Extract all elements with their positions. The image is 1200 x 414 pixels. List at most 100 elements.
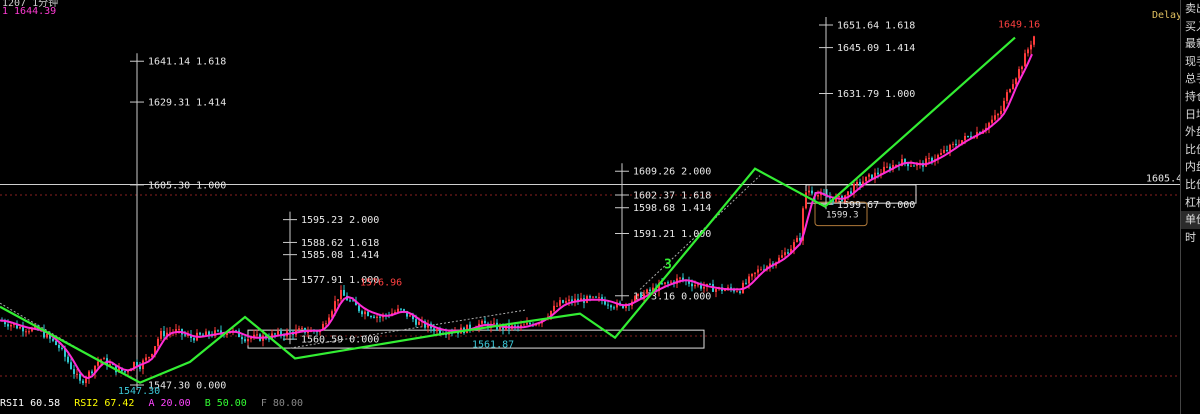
fib-level-price: 1609.26 xyxy=(633,167,675,178)
price-candle-body xyxy=(124,371,126,373)
price-candle-body xyxy=(637,293,639,297)
price-candle-body xyxy=(991,119,993,123)
side-panel-item: 最新 xyxy=(1185,37,1200,51)
price-candle-body xyxy=(592,296,594,298)
price-candle-body xyxy=(607,304,609,306)
price-candle-body xyxy=(925,158,927,167)
price-candle-body xyxy=(757,269,759,273)
price-candle-body xyxy=(247,338,249,342)
price-candle-body xyxy=(598,297,600,299)
rsi2-value: RSI2 67.42 xyxy=(74,398,135,409)
price-candle-body xyxy=(301,327,303,329)
price-candle-body xyxy=(22,326,24,332)
price-candle-body xyxy=(526,322,528,325)
fib-level-ratio: 1.618 xyxy=(681,190,711,201)
price-candle-body xyxy=(859,181,861,185)
price-candle-body xyxy=(847,191,849,196)
fib-level-price: 1591.21 xyxy=(633,229,675,240)
price-candle-body xyxy=(754,272,756,274)
price-candle-body xyxy=(559,300,561,306)
price-candle-body xyxy=(91,371,93,374)
fib-level-label: 1651.64 1.618 xyxy=(837,21,915,32)
price-candle-body xyxy=(784,252,786,256)
quote-side-panel: 卖出买入最新现手总手持仓日增外盘比价内盘比价杠杆单价时 xyxy=(1180,0,1200,414)
fib-level-ratio: 1.000 xyxy=(196,180,226,191)
price-candle-body xyxy=(289,331,291,333)
side-panel-item: 持仓 xyxy=(1185,89,1200,103)
price-candle-body xyxy=(1030,44,1032,50)
price-candle-body xyxy=(184,334,186,336)
side-panel-item: 内盘 xyxy=(1185,160,1200,174)
fib-level-price: 1560.59 xyxy=(301,335,343,346)
price-candle-body xyxy=(1021,66,1023,70)
price-candle-body xyxy=(163,330,165,337)
price-candle-body xyxy=(697,284,699,286)
swing-low-label: 1547.30 xyxy=(118,386,160,397)
price-candle-body xyxy=(955,143,957,145)
side-panel-item: 杠杆 xyxy=(1185,195,1200,209)
price-candle-body xyxy=(493,322,495,324)
price-candle-body xyxy=(796,237,798,243)
price-candle-body xyxy=(745,282,747,284)
box-label: 1599.3 xyxy=(826,211,859,221)
price-candle-body xyxy=(58,345,60,348)
price-candle-body xyxy=(748,276,750,284)
price-candle-body xyxy=(793,242,795,249)
price-candle-body xyxy=(856,181,858,185)
price-candle-body xyxy=(97,361,99,366)
price-candle-body xyxy=(850,191,852,194)
fib-level-label: 1599.67 0.000 xyxy=(837,200,915,211)
fib-level-price: 1641.14 xyxy=(148,57,190,68)
price-candle-body xyxy=(373,316,375,318)
price-candle-body xyxy=(910,165,912,167)
price-candle-body xyxy=(274,333,276,335)
price-candle-body xyxy=(397,308,399,312)
swing-low-label: 1561.87 xyxy=(472,340,514,351)
price-candle-body xyxy=(817,195,819,197)
price-candle-body xyxy=(244,339,246,342)
price-candle-body xyxy=(178,328,180,330)
price-candle-body xyxy=(952,143,954,145)
price-candle-body xyxy=(1009,89,1011,93)
price-candle-body xyxy=(193,337,195,341)
price-candle-body xyxy=(565,301,567,303)
price-candle-body xyxy=(61,347,63,349)
price-axis-label: 1605.40 xyxy=(1146,174,1180,185)
delay-label: Delay xyxy=(1152,10,1183,21)
price-candle-body xyxy=(379,316,381,318)
price-candle-body xyxy=(556,305,558,307)
side-panel-item: 单价 xyxy=(1181,211,1200,229)
fib-level-price: 1599.67 xyxy=(837,200,879,211)
price-candle-body xyxy=(1018,69,1020,79)
fib-level-ratio: 1.618 xyxy=(349,238,379,249)
price-candle-body xyxy=(67,356,69,363)
price-candle-body xyxy=(28,331,30,333)
fib-level-label: 1598.68 1.414 xyxy=(633,203,711,214)
chart-canvas[interactable]: 1605.40 1599.3 1641.14 1.618 1629.31 1.414 160… xyxy=(0,0,1180,398)
price-candle-body xyxy=(139,366,141,370)
price-candle-body xyxy=(418,321,420,325)
price-candle-body xyxy=(364,311,366,315)
fib-level-price: 1595.23 xyxy=(301,215,343,226)
price-candle-body xyxy=(913,165,915,167)
price-candle-body xyxy=(1006,92,1008,101)
price-candle-body xyxy=(808,190,810,193)
fib-level-price: 1588.62 xyxy=(301,238,343,249)
price-candle-body xyxy=(409,315,411,317)
price-candle-body xyxy=(715,288,717,292)
fib-level-price: 1598.68 xyxy=(633,203,675,214)
fib-level-ratio: 2.000 xyxy=(349,215,379,226)
high-price-label: 1649.16 xyxy=(998,20,1040,31)
fib-level-ratio: 1.414 xyxy=(681,203,711,214)
price-candle-body xyxy=(646,289,648,294)
price-candle-body xyxy=(1015,78,1017,85)
price-candle-body xyxy=(157,338,159,347)
price-candle-body xyxy=(334,301,336,312)
price-candle-body xyxy=(568,299,570,302)
price-candle-body xyxy=(703,286,705,289)
price-candle-body xyxy=(103,358,105,360)
price-candle-body xyxy=(52,338,54,341)
fib-level-label: 1585.08 1.414 xyxy=(301,250,379,261)
price-candle-body xyxy=(1003,100,1005,111)
fib-level-ratio: 1.414 xyxy=(885,43,915,54)
